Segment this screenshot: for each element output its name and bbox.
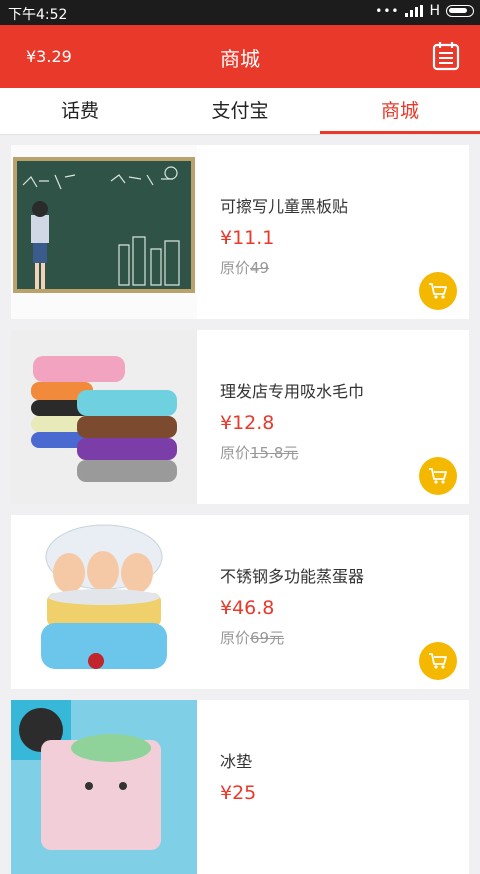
product-card[interactable]: 冰垫 ¥25 — [11, 700, 469, 874]
calendar-list-icon[interactable] — [432, 41, 460, 75]
product-image-blackboard — [11, 145, 197, 319]
product-card[interactable]: 可擦写儿童黑板贴 ¥11.1 原价49 — [11, 145, 469, 319]
more-dots-icon: ••• — [375, 4, 400, 18]
original-price-label: 原价 — [220, 259, 251, 277]
tab-bar: 话费 支付宝 商城 — [0, 88, 480, 135]
original-price-value: 69元 — [250, 629, 285, 647]
product-image-ice-pad — [11, 700, 197, 874]
product-name: 理发店专用吸水毛巾 — [220, 382, 365, 401]
status-time: 下午4:52 — [8, 7, 68, 23]
add-to-cart-button[interactable] — [419, 642, 457, 680]
battery-icon — [446, 5, 474, 17]
product-image-egg-steamer — [11, 515, 197, 689]
original-price-label: 原价 — [220, 444, 251, 462]
tab-phone-bill[interactable]: 话费 — [0, 88, 160, 134]
tab-active-indicator — [320, 131, 480, 134]
tab-mall[interactable]: 商城 — [320, 88, 480, 134]
product-name: 不锈钢多功能蒸蛋器 — [220, 567, 365, 586]
cart-icon — [429, 283, 447, 299]
status-indicators: ••• H — [375, 3, 474, 19]
cart-icon — [429, 468, 447, 484]
original-price-label: 原价 — [220, 629, 251, 647]
product-card[interactable]: 理发店专用吸水毛巾 ¥12.8 原价15.8元 — [11, 330, 469, 504]
original-price-value: 15.8元 — [250, 444, 299, 462]
original-price-value: 49 — [250, 259, 270, 277]
signal-icon — [405, 5, 424, 17]
original-price: 原价49 — [220, 257, 269, 278]
cart-icon — [429, 653, 447, 669]
network-type: H — [429, 3, 440, 19]
original-price: 原价69元 — [220, 627, 284, 648]
product-image-towels — [11, 330, 197, 504]
product-price: ¥46.8 — [220, 597, 275, 619]
original-price: 原价15.8元 — [220, 442, 298, 463]
product-price: ¥11.1 — [220, 227, 275, 249]
add-to-cart-button[interactable] — [419, 272, 457, 310]
page-title: 商城 — [220, 47, 260, 71]
product-name: 可擦写儿童黑板贴 — [220, 197, 349, 216]
product-name: 冰垫 — [220, 752, 253, 771]
status-bar: 下午4:52 ••• H — [0, 0, 480, 25]
app-header: ¥3.29 商城 — [0, 25, 480, 88]
product-card[interactable]: 不锈钢多功能蒸蛋器 ¥46.8 原价69元 — [11, 515, 469, 689]
tab-alipay[interactable]: 支付宝 — [160, 88, 320, 134]
add-to-cart-button[interactable] — [419, 457, 457, 495]
product-price: ¥25 — [220, 782, 257, 804]
product-price: ¥12.8 — [220, 412, 275, 434]
